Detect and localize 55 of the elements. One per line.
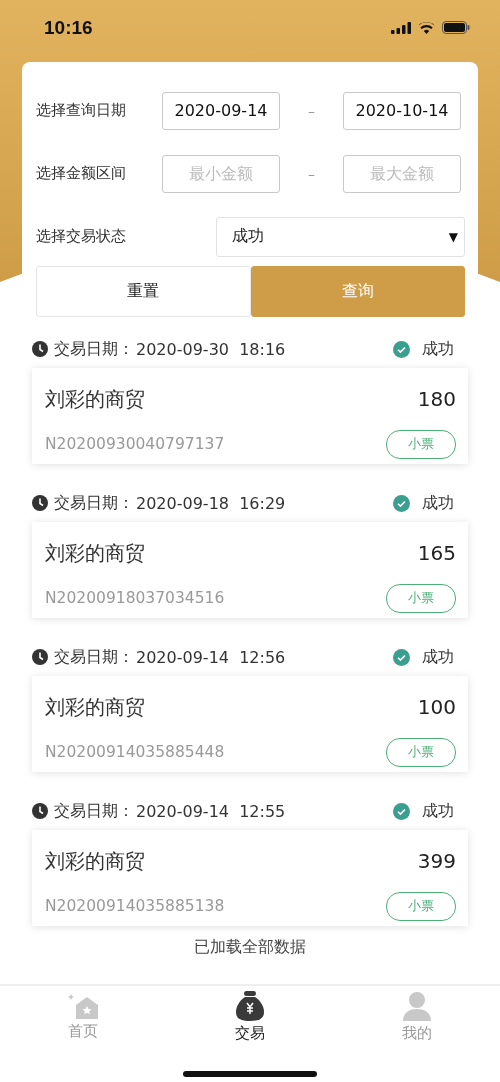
transaction-datetime: 2020-09-14 12:55 xyxy=(136,801,286,821)
transaction-datetime: 2020-09-14 12:56 xyxy=(136,647,286,667)
max-amount-field[interactable]: 最大金额 xyxy=(343,154,461,193)
clock-icon xyxy=(32,495,48,511)
order-number: N20200930040797137 xyxy=(45,435,226,453)
check-icon xyxy=(393,340,410,358)
check-icon xyxy=(393,802,410,820)
clock-icon xyxy=(32,649,48,665)
battery-icon xyxy=(442,21,470,34)
field-label: 选择查询日期 xyxy=(36,101,127,120)
transaction-card[interactable]: 刘彩的商贸 100 N20200914035885448 小票 xyxy=(32,676,468,772)
amount: 165 xyxy=(416,541,456,565)
merchant-name: 刘彩的商贸 xyxy=(45,693,146,721)
clock-icon xyxy=(32,803,48,819)
end-of-list-text: 已加载全部数据 xyxy=(193,937,307,958)
amount: 100 xyxy=(416,695,456,719)
order-number: N20200914035885138 xyxy=(45,897,226,915)
money-bag-icon xyxy=(235,991,265,1021)
field-label: 选择交易状态 xyxy=(36,227,127,246)
min-amount-field[interactable]: 最小金额 xyxy=(162,154,280,193)
reset-button[interactable]: 重置 xyxy=(36,266,251,317)
merchant-name: 刘彩的商贸 xyxy=(45,847,146,875)
merchant-name: 刘彩的商贸 xyxy=(45,539,146,567)
date-label: 交易日期： xyxy=(54,492,134,514)
merchant-name: 刘彩的商贸 xyxy=(45,385,146,413)
transaction-datetime: 2020-09-18 16:29 xyxy=(136,493,286,513)
status-text: 成功 xyxy=(422,492,454,514)
order-number: N20200918037034516 xyxy=(45,589,226,607)
range-separator: – xyxy=(307,102,316,119)
signal-icon xyxy=(391,21,411,34)
status-text: 成功 xyxy=(422,338,454,360)
end-date-field[interactable]: 2020-10-14 xyxy=(343,91,461,130)
check-icon xyxy=(393,494,410,512)
range-separator: – xyxy=(307,165,316,182)
date-label: 交易日期： xyxy=(54,800,134,822)
order-number: N20200914035885448 xyxy=(45,743,226,761)
transaction-datetime: 2020-09-30 18:16 xyxy=(136,339,286,359)
transaction-card[interactable]: 刘彩的商贸 165 N20200918037034516 小票 xyxy=(32,522,468,618)
person-icon xyxy=(401,991,432,1021)
status-text: 成功 xyxy=(422,800,454,822)
transaction-card[interactable]: 刘彩的商贸 399 N20200914035885138 小票 xyxy=(32,830,468,926)
clock-time: 10:16 xyxy=(44,16,93,39)
transaction-card[interactable]: 刘彩的商贸 180 N20200930040797137 小票 xyxy=(32,368,468,464)
start-date-field[interactable]: 2020-09-14 xyxy=(162,91,280,130)
tab-item[interactable]: 交易 xyxy=(166,986,334,1048)
clock-icon xyxy=(32,341,48,357)
check-icon xyxy=(393,648,410,666)
amount: 180 xyxy=(416,387,456,411)
date-label: 交易日期： xyxy=(54,338,134,360)
wifi-icon xyxy=(418,21,435,34)
status-dropdown[interactable]: 成功 ▼ xyxy=(216,216,465,257)
field-label: 选择金额区间 xyxy=(36,164,127,183)
status-text: 成功 xyxy=(422,646,454,668)
date-label: 交易日期： xyxy=(54,646,134,668)
amount: 399 xyxy=(416,849,456,873)
